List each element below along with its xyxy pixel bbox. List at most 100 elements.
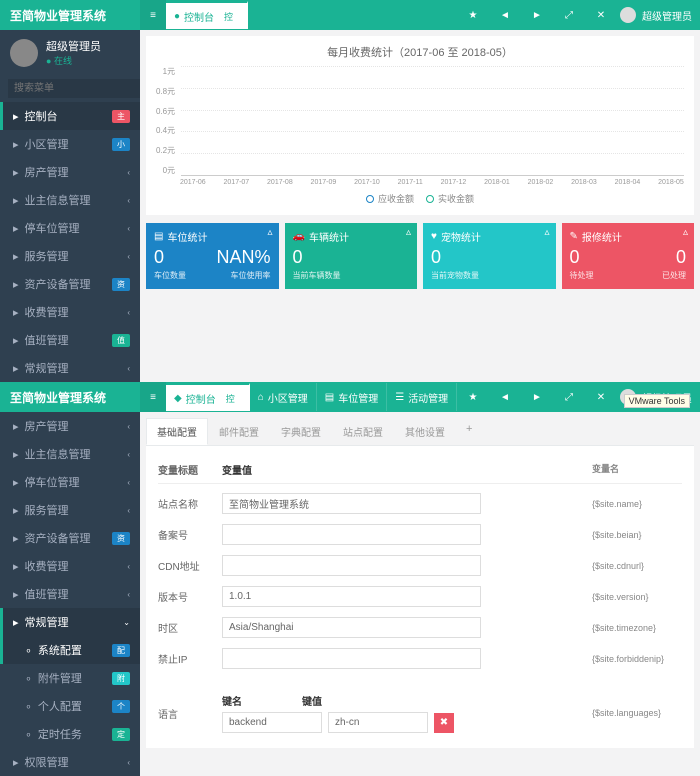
stats-row: ▵▤车位统计0NAN%车位数量车位使用率▵🚗车辆统计0当前车辆数量▵♥宠物统计0… [146, 223, 694, 289]
stat-card[interactable]: ▵✎报修统计00待处理已处理 [562, 223, 695, 289]
sidebar-item[interactable]: ▸常规管理⌄ [0, 608, 140, 636]
sidebar-item[interactable]: ▸房产管理‹ [0, 158, 140, 186]
sidebar-item[interactable]: ∘系统配置配 [0, 636, 140, 664]
menu-icon: ▸ [13, 588, 19, 601]
content-bottom: 基础配置邮件配置字典配置站点配置其他设置+ 变量标题 变量值 变量名 站点名称{… [140, 412, 700, 776]
tool-expand[interactable]: ⤢ [556, 382, 582, 412]
tool-close[interactable]: ✕ [588, 0, 614, 30]
header-tab[interactable]: ⌂ 小区管理 [250, 383, 317, 411]
field-input[interactable] [222, 493, 481, 514]
menu-icon: ▸ [13, 476, 19, 489]
field-input[interactable] [222, 586, 481, 607]
lang-delete-button[interactable]: ✖ [434, 713, 454, 733]
lang-key-header: 键名 [222, 693, 242, 708]
lang-var: {$site.languages} [592, 708, 682, 718]
sidebar-item[interactable]: ▸收费管理‹ [0, 298, 140, 326]
avatar[interactable] [620, 7, 636, 23]
sidebar-item[interactable]: ▸服务管理‹ [0, 242, 140, 270]
menu-label: 常规管理 [25, 360, 69, 376]
menu-badge: 配 [112, 644, 130, 657]
sidebar-item[interactable]: ▸业主信息管理‹ [0, 440, 140, 468]
header-tab[interactable]: ▤车位管理 [317, 383, 387, 411]
field-input[interactable] [222, 555, 481, 576]
tool-prev[interactable]: ◄ [492, 0, 518, 30]
stat-card[interactable]: ▵🚗车辆统计0当前车辆数量 [285, 223, 418, 289]
field-var: {$site.name} [592, 499, 682, 509]
user-name: 超级管理员 [46, 38, 101, 54]
sidebar-item[interactable]: ▸房产管理‹ [0, 412, 140, 440]
form-tab-add[interactable]: + [456, 418, 482, 445]
form-tab[interactable]: 字典配置 [270, 418, 332, 445]
sidebar-item[interactable]: ∘个人配置个 [0, 692, 140, 720]
admin-label[interactable]: 超级管理员 [642, 8, 692, 23]
field-input[interactable] [222, 648, 481, 669]
form-row: 时区{$site.timezone} [158, 612, 682, 643]
chart-title: 每月收费统计（2017-06 至 2018-05） [156, 44, 684, 60]
trash-icon: ✖ [440, 717, 448, 728]
stat-title: 宠物统计 [441, 229, 481, 244]
sidebar-item[interactable]: ▸控制台主 [0, 102, 140, 130]
tool-next[interactable]: ► [524, 382, 550, 412]
lang-row: 语言 键名 键值 ✖ {$site.languages} [158, 688, 682, 738]
os-tooltip: VMware Tools [624, 394, 690, 408]
lang-val-input[interactable] [328, 712, 428, 733]
form-tab[interactable]: 邮件配置 [208, 418, 270, 445]
menu-icon: ∘ [25, 672, 32, 685]
sidebar-item[interactable]: ▸收费管理‹ [0, 552, 140, 580]
menu-toggle[interactable]: ≡ [140, 0, 166, 30]
menu-badge: 定 [112, 728, 130, 741]
tool-next[interactable]: ► [524, 0, 550, 30]
form-tab[interactable]: 基础配置 [146, 418, 208, 445]
stat-card[interactable]: ▵♥宠物统计0当前宠物数量 [423, 223, 556, 289]
stat-title: 车辆统计 [309, 229, 349, 244]
sidebar-item[interactable]: ▸服务管理‹ [0, 496, 140, 524]
sidebar-item[interactable]: ▸常规管理‹ [0, 354, 140, 382]
header-tab-console[interactable]: ● 控制台 控 [166, 1, 248, 29]
legend-label: 实收金额 [438, 192, 474, 205]
sidebar-item[interactable]: ▸停车位管理‹ [0, 214, 140, 242]
sidebar-item[interactable]: ▸停车位管理‹ [0, 468, 140, 496]
tool-prev[interactable]: ◄ [492, 382, 518, 412]
menu-label: 值班管理 [25, 586, 69, 602]
sidebar-item[interactable]: ▸资产设备管理资 [0, 270, 140, 298]
tool-close[interactable]: ✕ [588, 382, 614, 412]
col-var: 变量名 [592, 462, 682, 477]
field-input[interactable] [222, 617, 481, 638]
lang-key-input[interactable] [222, 712, 322, 733]
user-box: 超级管理员 ● 在线 [0, 30, 140, 75]
field-input[interactable] [222, 524, 481, 545]
tab-label: 小区管理 [268, 390, 308, 405]
stat-foot-1: 当前车辆数量 [293, 270, 341, 281]
menu-label: 服务管理 [25, 502, 69, 518]
sidebar-item[interactable]: ▸值班管理值 [0, 326, 140, 354]
tool-refresh[interactable]: ★ [460, 382, 486, 412]
stat-corner-icon: ▵ [406, 227, 411, 238]
sidebar-item[interactable]: ▸权限管理‹ [0, 748, 140, 776]
tool-expand[interactable]: ⤢ [556, 0, 582, 30]
header-tab[interactable]: ☰活动管理 [387, 383, 457, 411]
tab-icon: ☰ [395, 392, 404, 403]
stat-card[interactable]: ▵▤车位统计0NAN%车位数量车位使用率 [146, 223, 279, 289]
sidebar-item[interactable]: ∘定时任务定 [0, 720, 140, 748]
menu-toggle[interactable]: ≡ [140, 382, 166, 412]
form-tab[interactable]: 站点配置 [332, 418, 394, 445]
stat-value-1: 0 [570, 248, 580, 266]
sidebar-item[interactable]: ▸业主信息管理‹ [0, 186, 140, 214]
top-header: 至简物业管理系统 ≡ ● 控制台 控 ★ ◄ ► ⤢ ✕ 超级管理员 [0, 0, 700, 30]
tab-icon: ⌂ [258, 392, 264, 403]
tool-refresh[interactable]: ★ [460, 0, 486, 30]
header-tab[interactable]: ◆控制台控 [166, 383, 250, 411]
sidebar-item[interactable]: ▸值班管理‹ [0, 580, 140, 608]
form-row: 备案号{$site.beian} [158, 519, 682, 550]
stat-foot-2: 车位使用率 [231, 270, 271, 281]
sidebar-item[interactable]: ▸小区管理小 [0, 130, 140, 158]
search-input[interactable] [8, 79, 152, 98]
sidebar-item[interactable]: ▸资产设备管理资 [0, 524, 140, 552]
menu-icon: ▸ [13, 362, 19, 375]
form-tabs: 基础配置邮件配置字典配置站点配置其他设置+ [146, 418, 694, 445]
menu-badge: 小 [112, 138, 130, 151]
sidebar-item[interactable]: ∘附件管理附 [0, 664, 140, 692]
form-tab[interactable]: 其他设置 [394, 418, 456, 445]
menu-label: 房产管理 [25, 164, 69, 180]
menu-icon: ∘ [25, 644, 32, 657]
